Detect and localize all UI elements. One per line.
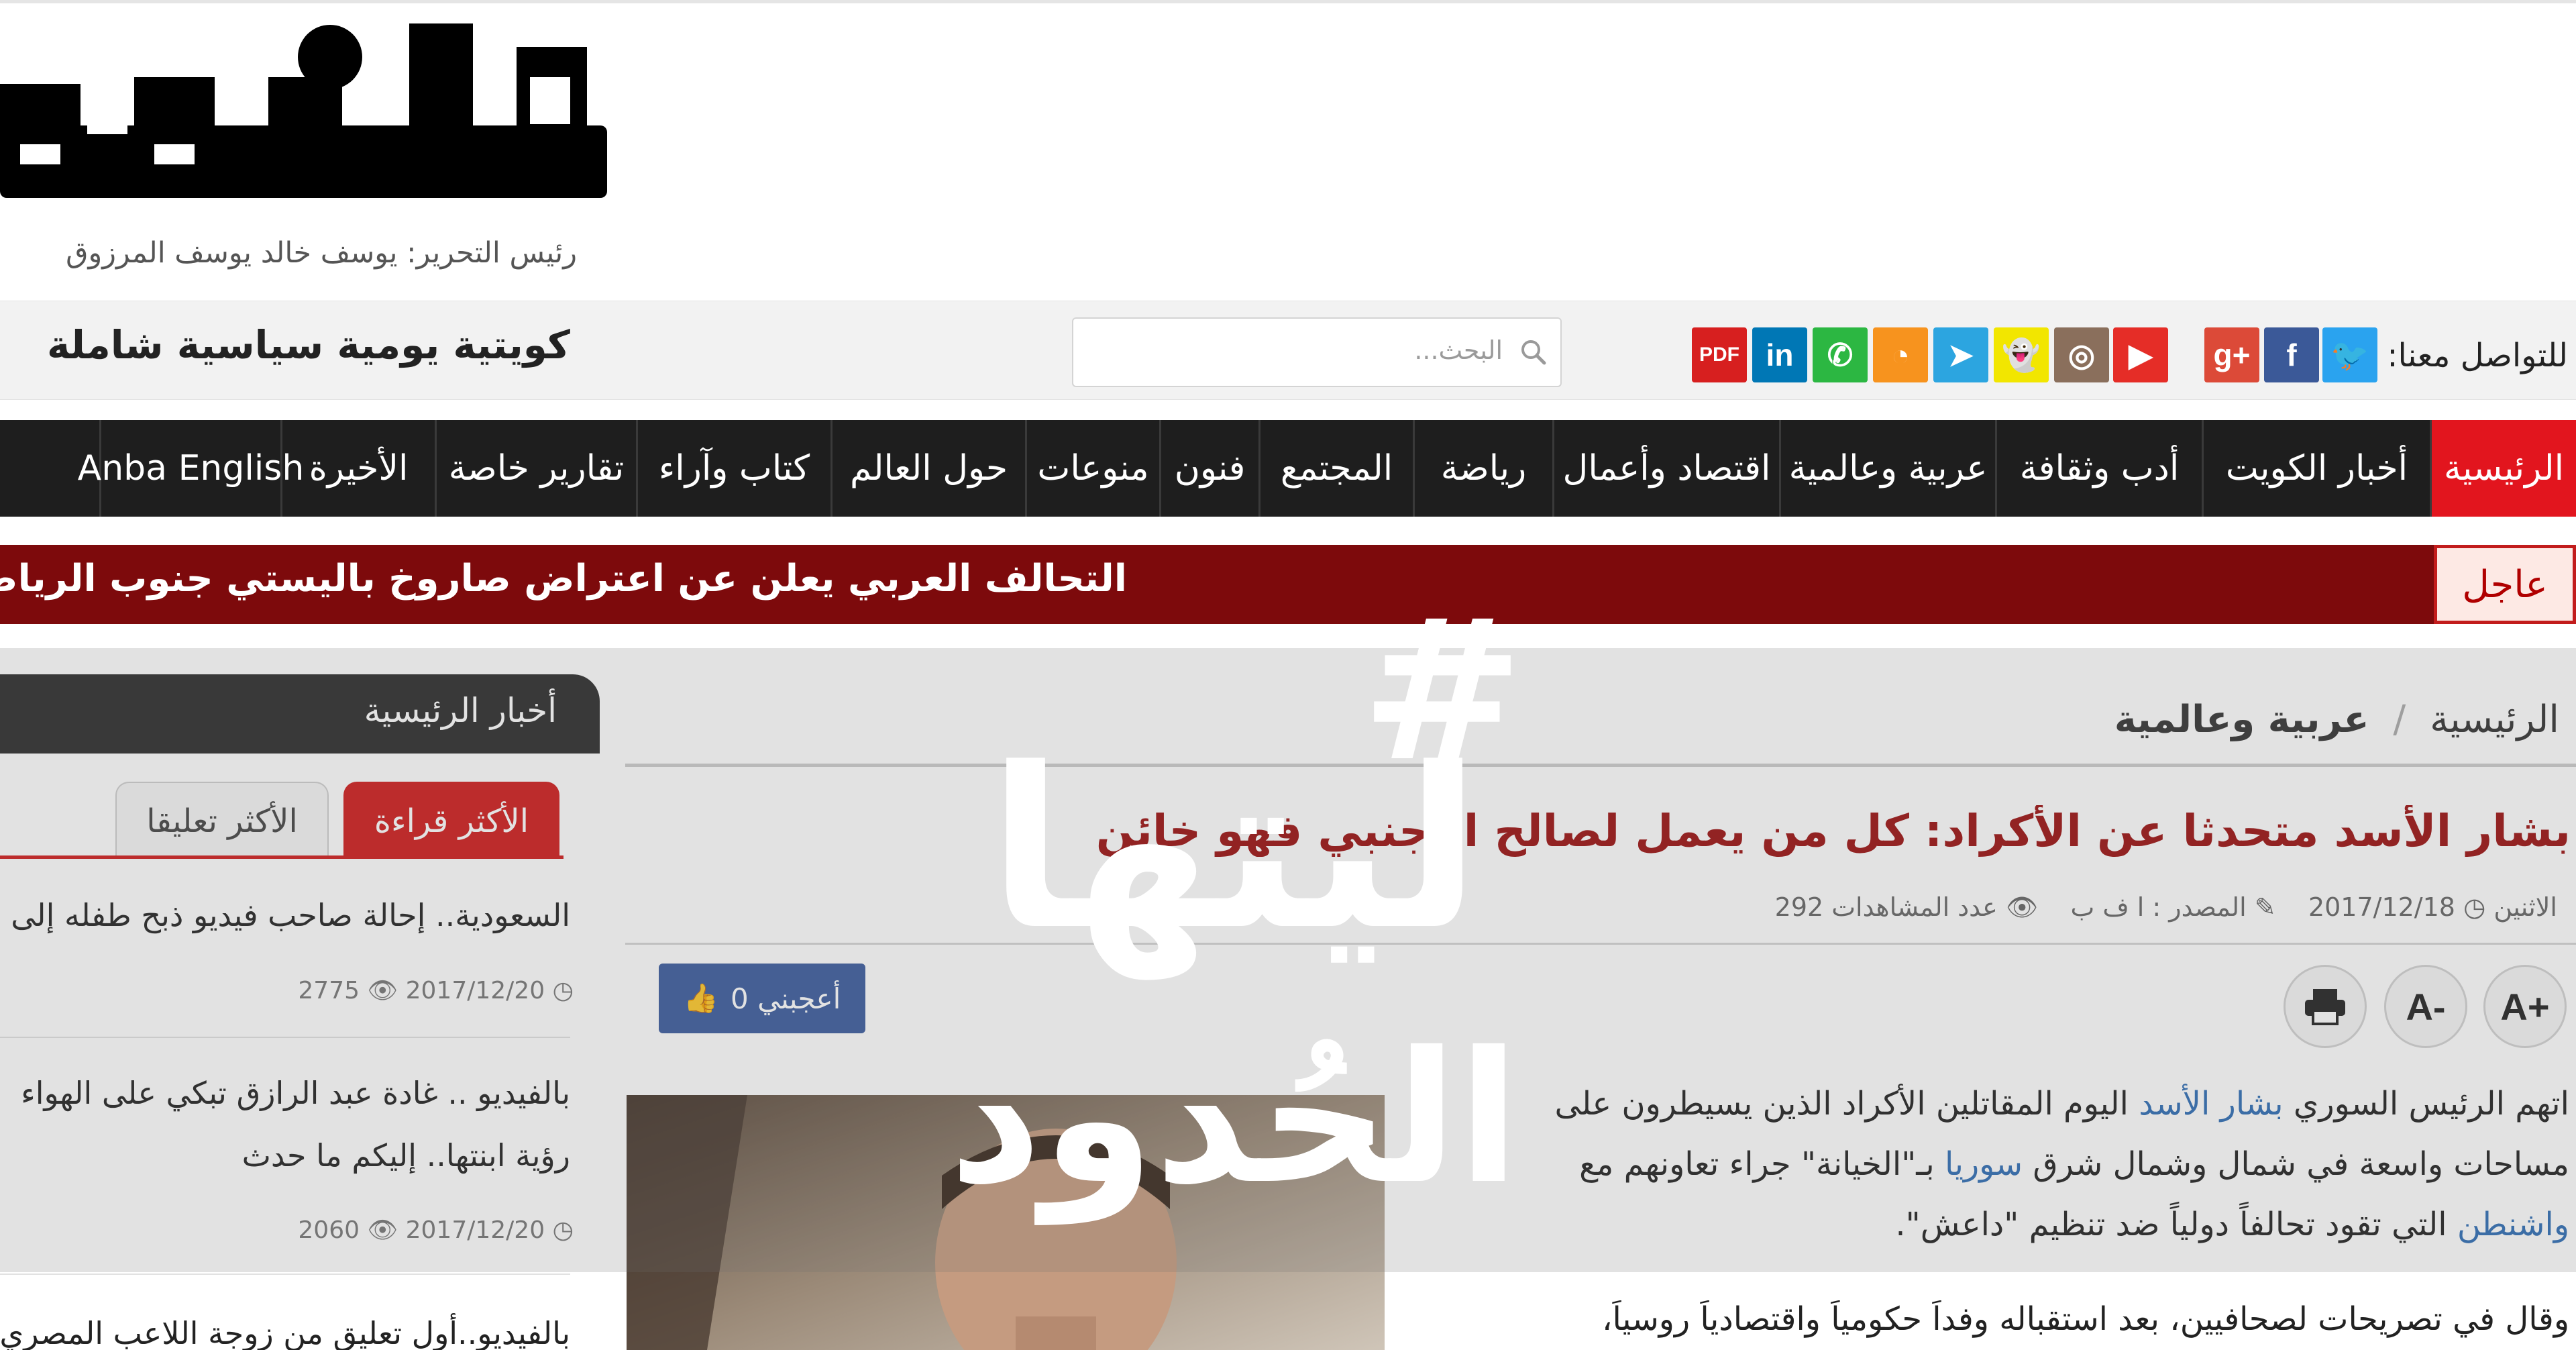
article-views-label: عدد المشاهدات bbox=[1831, 892, 1998, 922]
rss-icon[interactable]: ◔ bbox=[1873, 327, 1928, 382]
instagram-icon[interactable]: ◎ bbox=[2054, 327, 2109, 382]
article-text: التي تقود تحالفاً دولياً ضد تنظيم "داعش"… bbox=[1895, 1206, 2447, 1243]
nav-item-1[interactable]: الرئيسية bbox=[2430, 420, 2576, 517]
sidebar-item-title[interactable]: السعودية.. إحالة صاحب فيديو ذبح طفله إلى bbox=[0, 889, 570, 941]
nav-item-5[interactable]: اقتصاد وأعمال bbox=[1552, 420, 1779, 517]
sidebar-separator bbox=[0, 1274, 570, 1275]
twitter-icon[interactable]: 🐦 bbox=[2322, 327, 2377, 382]
tagline: كويتية يومية سياسية شاملة bbox=[47, 322, 570, 368]
font-increase-button[interactable]: A+ bbox=[2483, 965, 2567, 1048]
nav-item-7[interactable]: المجتمع bbox=[1258, 420, 1413, 517]
article-link-assad[interactable]: بشار الأسد bbox=[2139, 1085, 2283, 1123]
tab-most-commented[interactable]: الأكثر تعليقا bbox=[115, 782, 329, 859]
print-button[interactable] bbox=[2284, 965, 2367, 1048]
article-views: 292 bbox=[1774, 892, 1824, 922]
sidebar-separator bbox=[0, 1037, 570, 1038]
site-logo[interactable] bbox=[0, 10, 607, 198]
article-day: الاثنين bbox=[2493, 892, 2557, 922]
nav-item-11[interactable]: كتاب وآراء bbox=[636, 420, 830, 517]
nav-item-4[interactable]: عربية وعالمية bbox=[1779, 420, 1995, 517]
tabs-divider bbox=[0, 855, 564, 859]
thumbs-up-icon: 👍 bbox=[683, 982, 718, 1015]
tab-most-read[interactable]: الأكثر قراءة bbox=[343, 782, 559, 859]
search-placeholder: البحث... bbox=[1414, 335, 1503, 365]
sidebar-item-views: 2775 bbox=[298, 977, 360, 1004]
article-title: بشار الأسد متحدثا عن الأكراد: كل من يعمل… bbox=[1095, 805, 2571, 857]
telegram-icon[interactable]: ➤ bbox=[1933, 327, 1988, 382]
article-link-washington[interactable]: واشنطن bbox=[2457, 1206, 2569, 1243]
article-date: 2017/12/18 bbox=[2308, 892, 2455, 922]
nav-item-2[interactable]: أخبار الكويت bbox=[2202, 420, 2430, 517]
breaking-label: عاجل bbox=[2434, 545, 2576, 624]
logo-wordmark-icon bbox=[0, 23, 607, 198]
clock-icon: ◷ bbox=[552, 977, 574, 1004]
editor-in-chief: رئيس التحرير: يوسف خالد يوسف المرزوق bbox=[66, 236, 577, 270]
nav-item-12[interactable]: تقارير خاصة bbox=[435, 420, 636, 517]
whatsapp-icon[interactable]: ✆ bbox=[1813, 327, 1868, 382]
sidebar-item-meta: ◷ 2017/12/20 👁 2775 bbox=[0, 976, 574, 1004]
breadcrumb: الرئيسية / عربية وعالمية bbox=[624, 698, 2559, 741]
facebook-like-button[interactable]: 👍 أعجبني 0 bbox=[659, 964, 865, 1033]
article-link-syria[interactable]: سوريا bbox=[1945, 1145, 2023, 1183]
pen-icon: ✎ bbox=[2254, 892, 2276, 922]
pdf-icon[interactable]: PDF bbox=[1692, 327, 1747, 382]
contact-label: للتواصل معنا: bbox=[2387, 337, 2568, 374]
article-text: اتهم الرئيس السوري bbox=[2293, 1085, 2569, 1123]
sidebar-item-date: 2017/12/20 bbox=[405, 1216, 545, 1244]
top-border bbox=[0, 0, 2576, 3]
linkedin-icon[interactable]: in bbox=[1752, 327, 1807, 382]
sidebar-item-title[interactable]: بالفيديو..أول تعليق من زوجة اللاعب المصر… bbox=[0, 1307, 570, 1350]
article-meta: الاثنين ◷ 2017/12/18 ✎ المصدر : ا ف ب 👁 … bbox=[625, 892, 2557, 923]
article-text: بـ"الخيانة" جراء تعاونهم مع bbox=[1579, 1145, 1935, 1183]
article-paragraph-2: وقال في تصريحات لصحافيين، بعد استقباله و… bbox=[1601, 1300, 2569, 1338]
sidebar-item-views: 2060 bbox=[298, 1216, 360, 1244]
nav-item-6[interactable]: رياضة bbox=[1413, 420, 1552, 517]
nav-item-9[interactable]: منوعات bbox=[1025, 420, 1159, 517]
eye-icon: 👁 bbox=[367, 1216, 398, 1244]
sidebar-item-title[interactable]: بالفيديو .. غادة عبد الرازق تبكي على اله… bbox=[0, 1067, 570, 1119]
youtube-icon[interactable]: ▶ bbox=[2113, 327, 2168, 382]
facebook-icon[interactable]: f bbox=[2264, 327, 2319, 382]
eye-icon: 👁 bbox=[367, 977, 398, 1004]
sidebar-item-date: 2017/12/20 bbox=[405, 977, 545, 1004]
breadcrumb-rule bbox=[625, 764, 2576, 767]
nav-item-8[interactable]: فنون bbox=[1159, 420, 1258, 517]
nav-item-14[interactable]: Anba English bbox=[78, 420, 304, 517]
article-paragraph: اتهم الرئيس السوري بشار الأسد اليوم المق… bbox=[1462, 1074, 2569, 1255]
clock-icon: ◷ bbox=[552, 1216, 574, 1244]
article-source: المصدر : ا ف ب bbox=[2070, 892, 2247, 922]
snapchat-icon[interactable]: 👻 bbox=[1994, 327, 2049, 382]
eye-icon: 👁 bbox=[2005, 892, 2039, 922]
article-photo[interactable] bbox=[627, 1095, 1385, 1350]
meta-rule bbox=[625, 943, 2576, 945]
breadcrumb-section[interactable]: عربية وعالمية bbox=[2114, 698, 2369, 741]
breaking-text[interactable]: التحالف العربي يعلن عن اعتراض صاروخ بالي… bbox=[0, 557, 1127, 601]
printer-icon bbox=[2305, 989, 2345, 1025]
breadcrumb-separator: / bbox=[2393, 698, 2406, 741]
article-photo-image bbox=[627, 1095, 1385, 1350]
like-label: أعجبني 0 bbox=[731, 982, 841, 1015]
font-decrease-button[interactable]: A- bbox=[2384, 965, 2467, 1048]
sidebar-heading: أخبار الرئيسية bbox=[364, 691, 557, 730]
search-icon[interactable] bbox=[1517, 336, 1550, 368]
clock-icon: ◷ bbox=[2463, 892, 2486, 922]
sidebar-item-title-cont[interactable]: رؤية ابنتها.. إليكم ما حدث bbox=[0, 1129, 570, 1182]
google-plus-icon[interactable]: g+ bbox=[2204, 327, 2259, 382]
nav-item-10[interactable]: حول العالم bbox=[830, 420, 1025, 517]
nav-item-3[interactable]: أدب وثقافة bbox=[1995, 420, 2202, 517]
sidebar-item-meta: ◷ 2017/12/20 👁 2060 bbox=[0, 1216, 574, 1244]
breadcrumb-home[interactable]: الرئيسية bbox=[2430, 698, 2559, 741]
